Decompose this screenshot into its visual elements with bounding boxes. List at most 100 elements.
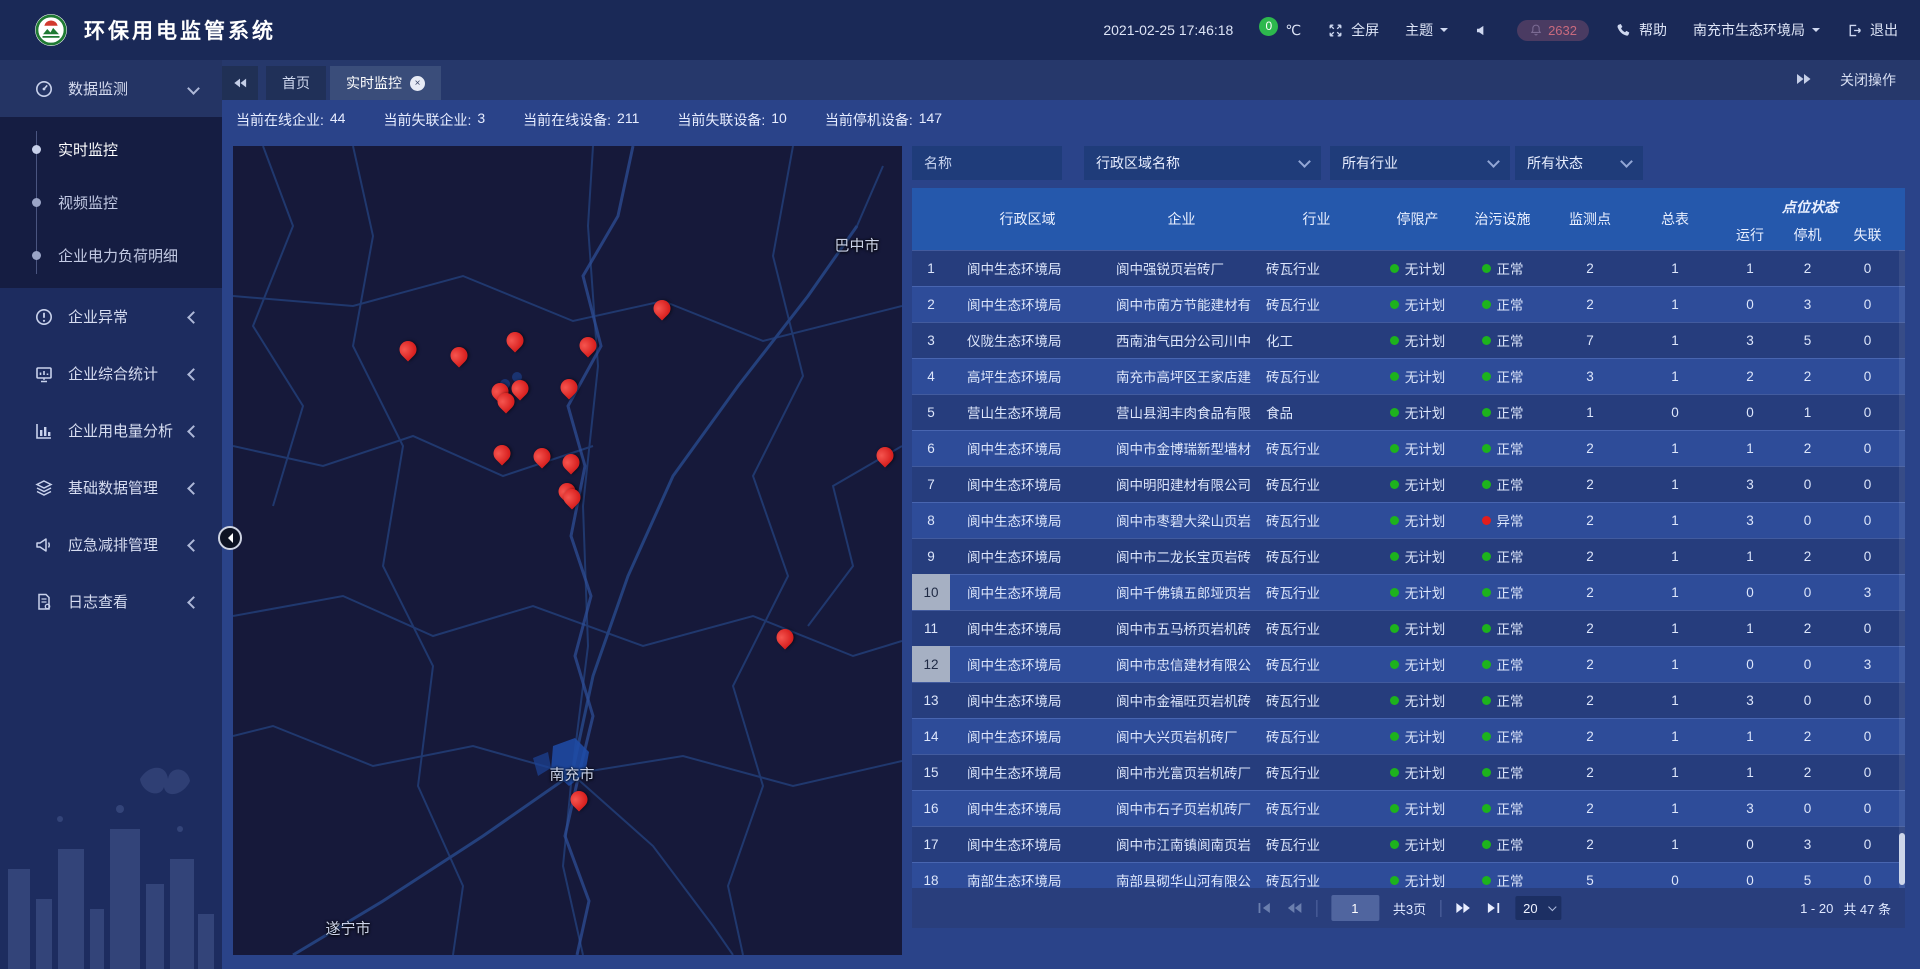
close-icon[interactable]: × (410, 76, 425, 91)
table-row[interactable]: 3仪陇生态环境局西南油气田分公司川中化工无计划正常71350 (912, 322, 1905, 358)
pollution-facility-cell: 正常 (1460, 682, 1545, 718)
map-pin[interactable] (877, 447, 894, 464)
table-row[interactable]: 9阆中生态环境局阆中市二龙长宝页岩砖砖瓦行业无计划正常21120 (912, 538, 1905, 574)
page-number-input[interactable] (1331, 895, 1379, 921)
sidebar-item-power-analysis[interactable]: 企业用电量分析 (0, 402, 222, 459)
status-dot-icon (1482, 624, 1491, 633)
pin-shape (559, 450, 583, 474)
table-row[interactable]: 8阆中生态环境局阆中市枣碧大梁山页岩砖瓦行业无计划异常21300 (912, 502, 1905, 538)
map-pin[interactable] (451, 347, 468, 364)
sidebar-subitem-realtime-monitor[interactable]: 实时监控 (0, 123, 222, 176)
status-dot-icon (1482, 264, 1491, 273)
pollution-facility-label: 正常 (1497, 618, 1524, 638)
table-row[interactable]: 4高坪生态环境局南充市高坪区王家店建砖瓦行业无计划正常31220 (912, 358, 1905, 394)
table-row[interactable]: 6阆中生态环境局阆中市金博瑞新型墙材砖瓦行业无计划正常21120 (912, 430, 1905, 466)
offline-count-cell: 0 (1830, 682, 1905, 718)
theme-dropdown[interactable]: 主题 (1405, 20, 1448, 40)
table-row[interactable]: 1阆中生态环境局阆中强锐页岩砖厂砖瓦行业无计划正常21120 (912, 250, 1905, 286)
meters-cell: 0 (1635, 394, 1715, 430)
sidebar-item-label: 企业异常 (68, 306, 128, 327)
last-page-button[interactable] (1485, 900, 1501, 916)
close-operations-button[interactable]: 关闭操作 (1840, 70, 1896, 90)
column-header-meters: 总表 (1635, 188, 1715, 250)
map-pin[interactable] (580, 337, 597, 354)
table-row[interactable]: 17阆中生态环境局阆中市江南镇阆南页岩砖瓦行业无计划正常21030 (912, 826, 1905, 862)
notification-badge[interactable]: 2632 (1517, 20, 1589, 41)
meters-cell: 1 (1635, 322, 1715, 358)
map-pin[interactable] (561, 379, 578, 396)
map-pin[interactable] (654, 300, 671, 317)
fullscreen-button[interactable]: 全屏 (1327, 20, 1379, 40)
table-row[interactable]: 18南部生态环境局南部县砌华山河有限公砖瓦行业无计划正常50050 (912, 862, 1905, 888)
scrollbar-thumb[interactable] (1899, 833, 1905, 885)
tabs-scroll-right-button[interactable] (1796, 71, 1812, 90)
map-pin[interactable] (494, 445, 511, 462)
table-row[interactable]: 13阆中生态环境局阆中市金福旺页岩机砖砖瓦行业无计划正常21300 (912, 682, 1905, 718)
industry-cell: 砖瓦行业 (1258, 826, 1375, 862)
table-row[interactable]: 2阆中生态环境局阆中市南方节能建材有砖瓦行业无计划正常21030 (912, 286, 1905, 322)
running-count-cell: 3 (1715, 466, 1785, 502)
name-search-input[interactable] (912, 146, 1062, 180)
table-row[interactable]: 11阆中生态环境局阆中市五马桥页岩机砖砖瓦行业无计划正常21120 (912, 610, 1905, 646)
map-pin[interactable] (777, 629, 794, 646)
offline-count-cell: 0 (1830, 790, 1905, 826)
row-index-cell: 15 (912, 754, 950, 790)
previous-page-button[interactable] (1286, 900, 1302, 916)
industry-select[interactable]: 所有行业 (1330, 146, 1510, 180)
table-row[interactable]: 14阆中生态环境局阆中大兴页岩机砖厂砖瓦行业无计划正常21120 (912, 718, 1905, 754)
offline-count-cell: 0 (1830, 718, 1905, 754)
status-dot-icon (1482, 480, 1491, 489)
first-page-button[interactable] (1256, 900, 1272, 916)
sidebar-subitem-power-load-detail[interactable]: 企业电力负荷明细 (0, 229, 222, 282)
table-row[interactable]: 16阆中生态环境局阆中市石子页岩机砖厂砖瓦行业无计划正常21300 (912, 790, 1905, 826)
limit-production-label: 无计划 (1405, 546, 1446, 566)
map-pin[interactable] (564, 489, 581, 506)
status-dot-icon (1482, 768, 1491, 777)
sidebar-item-enterprise-stats[interactable]: 企业综合统计 (0, 345, 222, 402)
bullet-dot-icon (32, 198, 41, 207)
industry-cell: 砖瓦行业 (1258, 718, 1375, 754)
meters-cell: 1 (1635, 646, 1715, 682)
meters-cell: 1 (1635, 718, 1715, 754)
sidebar-item-data-monitor[interactable]: 数据监测 (0, 60, 222, 117)
pollution-facility-cell: 正常 (1460, 358, 1545, 394)
column-header-offline: 失联 (1830, 219, 1905, 250)
sidebar-item-base-data[interactable]: 基础数据管理 (0, 459, 222, 516)
page-size-select[interactable]: 20 (1515, 896, 1561, 920)
stat-label: 当前在线企业: (236, 110, 324, 130)
map-pin[interactable] (507, 332, 524, 349)
table-row[interactable]: 12阆中生态环境局阆中市忠信建材有限公砖瓦行业无计划正常21003 (912, 646, 1905, 682)
board-icon (34, 364, 54, 384)
map-pin[interactable] (512, 380, 529, 397)
sidebar-item-enterprise-abnormal[interactable]: 企业异常 (0, 288, 222, 345)
panel-collapse-button[interactable] (218, 526, 242, 550)
row-index-cell: 10 (912, 574, 950, 610)
status-select[interactable]: 所有状态 (1515, 146, 1643, 180)
tabs-scroll-left-button[interactable] (222, 66, 258, 100)
map-pin[interactable] (571, 791, 588, 808)
status-dot-icon (1390, 660, 1399, 669)
table-row[interactable]: 15阆中生态环境局阆中市光富页岩机砖厂砖瓦行业无计划正常21120 (912, 754, 1905, 790)
map-panel[interactable]: 巴中市南充市遂宁市 (233, 146, 902, 955)
logout-button[interactable]: 退出 (1846, 20, 1898, 40)
region-select[interactable]: 行政区域名称 (1084, 146, 1321, 180)
help-button[interactable]: 帮助 (1615, 20, 1667, 40)
tab-home[interactable]: 首页 (266, 66, 326, 100)
pollution-facility-label: 异常 (1497, 510, 1524, 530)
table-row[interactable]: 10阆中生态环境局阆中千佛镇五郎垭页岩砖瓦行业无计划正常21003 (912, 574, 1905, 610)
industry-cell: 化工 (1258, 322, 1375, 358)
map-pin[interactable] (400, 341, 417, 358)
sidebar-subitem-video-monitor[interactable]: 视频监控 (0, 176, 222, 229)
mute-button[interactable] (1474, 22, 1491, 39)
tab-realtime-monitor[interactable]: 实时监控× (330, 66, 441, 100)
next-page-button[interactable] (1455, 900, 1471, 916)
map-pin[interactable] (534, 448, 551, 465)
table-row[interactable]: 5营山生态环境局营山县润丰肉食品有限食品无计划正常10010 (912, 394, 1905, 430)
org-dropdown[interactable]: 南充市生态环境局 (1693, 20, 1820, 40)
row-index-cell: 8 (912, 502, 950, 538)
map-pin[interactable] (563, 454, 580, 471)
sidebar-item-logs[interactable]: 日志查看 (0, 573, 222, 630)
table-scrollbar[interactable] (1899, 250, 1905, 888)
sidebar-item-emergency[interactable]: 应急减排管理 (0, 516, 222, 573)
table-row[interactable]: 7阆中生态环境局阆中明阳建材有限公司砖瓦行业无计划正常21300 (912, 466, 1905, 502)
